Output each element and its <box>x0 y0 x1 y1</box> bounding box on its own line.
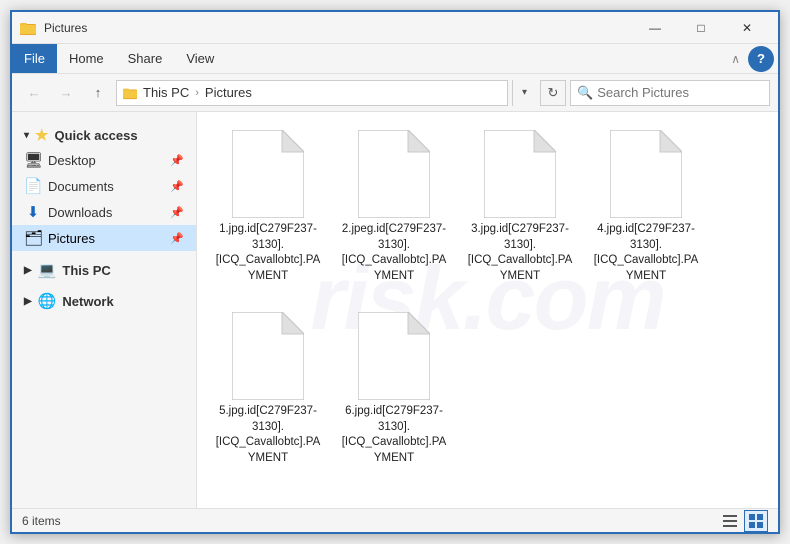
search-icon: 🔍 <box>577 85 593 101</box>
sidebar-item-desktop[interactable]: 🖥 Desktop 📌 <box>12 147 196 173</box>
maximize-button[interactable]: □ <box>678 12 724 44</box>
pictures-icon: 🗂 <box>24 229 42 247</box>
quick-access-header[interactable]: ▾ ★ Quick access <box>12 120 196 147</box>
downloads-icon: ⬇ <box>24 203 42 221</box>
title-bar: Pictures — □ ✕ <box>12 12 778 44</box>
window-controls: — □ ✕ <box>632 12 770 44</box>
sidebar-item-downloads[interactable]: ⬇ Downloads 📌 <box>12 199 196 225</box>
network-label: Network <box>62 294 113 309</box>
search-input[interactable] <box>597 85 763 100</box>
this-pc-section: ▶ 💻 This PC <box>12 255 196 282</box>
file-label: 3.jpg.id[C279F237-3130].[ICQ_Cavallobtc]… <box>465 222 575 284</box>
sidebar-item-documents[interactable]: 📄 Documents 📌 <box>12 173 196 199</box>
sidebar-item-pictures[interactable]: 🗂 Pictures 📌 <box>12 225 196 251</box>
file-explorer-window: Pictures — □ ✕ File Home Share View ∧ ? … <box>10 10 780 534</box>
file-icon <box>358 130 430 218</box>
address-dropdown-button[interactable]: ▾ <box>512 80 536 106</box>
file-label: 2.jpeg.id[C279F237-3130].[ICQ_Cavallobtc… <box>339 222 449 284</box>
search-box: 🔍 <box>570 80 770 106</box>
quick-access-section: ▾ ★ Quick access 🖥 Desktop 📌 📄 Documents… <box>12 120 196 251</box>
address-path-thispc[interactable]: This PC <box>143 85 189 100</box>
forward-button[interactable]: → <box>52 79 80 107</box>
sidebar-downloads-label: Downloads <box>48 205 112 220</box>
file-label: 5.jpg.id[C279F237-3130].[ICQ_Cavallobtc]… <box>213 404 323 466</box>
list-view-icon <box>722 513 738 529</box>
grid-view-button[interactable] <box>744 510 768 532</box>
pin-icon-documents: 📌 <box>170 180 184 193</box>
up-button[interactable]: ↑ <box>84 79 112 107</box>
star-icon: ★ <box>35 126 48 144</box>
pin-icon-desktop: 📌 <box>170 154 184 167</box>
file-grid: 1.jpg.id[C279F237-3130].[ICQ_Cavallobtc]… <box>213 124 762 472</box>
sidebar-documents-label: Documents <box>48 179 114 194</box>
sidebar: ▾ ★ Quick access 🖥 Desktop 📌 📄 Documents… <box>12 112 197 508</box>
file-item[interactable]: 2.jpeg.id[C279F237-3130].[ICQ_Cavallobtc… <box>339 124 449 290</box>
back-button[interactable]: ← <box>20 79 48 107</box>
file-label: 6.jpg.id[C279F237-3130].[ICQ_Cavallobtc]… <box>339 404 449 466</box>
documents-icon: 📄 <box>24 177 42 195</box>
main-content: ▾ ★ Quick access 🖥 Desktop 📌 📄 Documents… <box>12 112 778 508</box>
view-toggle <box>718 510 768 532</box>
file-item[interactable]: 5.jpg.id[C279F237-3130].[ICQ_Cavallobtc]… <box>213 306 323 472</box>
network-icon: 🌐 <box>38 292 57 310</box>
list-view-button[interactable] <box>718 510 742 532</box>
quick-access-chevron: ▾ <box>24 130 29 141</box>
file-icon <box>358 312 430 400</box>
menu-bar: File Home Share View ∧ ? <box>12 44 778 74</box>
address-path-pictures[interactable]: Pictures <box>205 85 252 100</box>
desktop-icon: 🖥 <box>24 151 42 169</box>
title-bar-icons <box>20 20 36 36</box>
file-view: risk.com 1.jpg.id[C279F237-3130].[ICQ_Ca… <box>197 112 778 508</box>
sidebar-pictures-label: Pictures <box>48 231 95 246</box>
minimize-button[interactable]: — <box>632 12 678 44</box>
address-bar: ← → ↑ This PC › Pictures ▾ ↻ 🔍 <box>12 74 778 112</box>
computer-icon: 💻 <box>38 261 57 279</box>
menu-view[interactable]: View <box>174 44 226 73</box>
folder-icon <box>20 20 36 36</box>
menu-home[interactable]: Home <box>57 44 116 73</box>
file-label: 4.jpg.id[C279F237-3130].[ICQ_Cavallobtc]… <box>591 222 701 284</box>
address-box[interactable]: This PC › Pictures <box>116 80 508 106</box>
refresh-button[interactable]: ↻ <box>540 80 566 106</box>
address-separator-1: › <box>195 87 199 99</box>
network-section: ▶ 🌐 Network <box>12 286 196 313</box>
status-count: 6 items <box>22 514 61 528</box>
this-pc-header[interactable]: ▶ 💻 This PC <box>12 255 196 282</box>
this-pc-label: This PC <box>62 263 110 278</box>
pin-icon-pictures: 📌 <box>170 232 184 245</box>
close-button[interactable]: ✕ <box>724 12 770 44</box>
file-item[interactable]: 3.jpg.id[C279F237-3130].[ICQ_Cavallobtc]… <box>465 124 575 290</box>
menu-file[interactable]: File <box>12 44 57 73</box>
file-item[interactable]: 4.jpg.id[C279F237-3130].[ICQ_Cavallobtc]… <box>591 124 701 290</box>
address-folder-icon <box>123 86 137 100</box>
file-icon <box>610 130 682 218</box>
file-label: 1.jpg.id[C279F237-3130].[ICQ_Cavallobtc]… <box>213 222 323 284</box>
file-icon <box>232 130 304 218</box>
pin-icon-downloads: 📌 <box>170 206 184 219</box>
ribbon-collapse[interactable]: ∧ <box>723 52 748 66</box>
file-icon <box>484 130 556 218</box>
sidebar-desktop-label: Desktop <box>48 153 96 168</box>
network-header[interactable]: ▶ 🌐 Network <box>12 286 196 313</box>
window-title: Pictures <box>44 21 632 35</box>
this-pc-chevron: ▶ <box>24 265 32 276</box>
file-icon <box>232 312 304 400</box>
help-button[interactable]: ? <box>748 46 774 72</box>
quick-access-label: Quick access <box>54 128 137 143</box>
menu-share[interactable]: Share <box>116 44 175 73</box>
grid-view-icon <box>748 513 764 529</box>
network-chevron: ▶ <box>24 296 32 307</box>
status-bar: 6 items <box>12 508 778 532</box>
file-item[interactable]: 1.jpg.id[C279F237-3130].[ICQ_Cavallobtc]… <box>213 124 323 290</box>
file-item[interactable]: 6.jpg.id[C279F237-3130].[ICQ_Cavallobtc]… <box>339 306 449 472</box>
